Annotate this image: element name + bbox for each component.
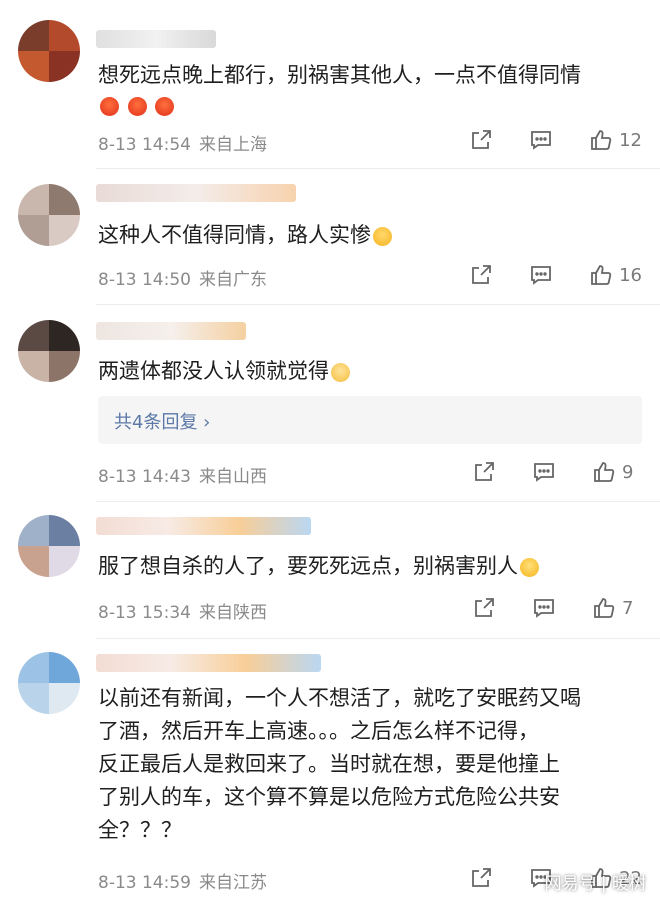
- thumbs-up-icon[interactable]: [592, 596, 616, 620]
- thumbs-up-icon[interactable]: [589, 263, 613, 287]
- comment-icon[interactable]: [529, 263, 553, 287]
- angry-red-emoji: [127, 96, 147, 116]
- divider: [96, 638, 660, 639]
- comment-date: 8-13 14:59: [98, 873, 191, 893]
- comment-meta: 8-13 14:54 来自上海: [98, 130, 267, 155]
- divider: [96, 168, 660, 169]
- avatar[interactable]: [18, 515, 80, 577]
- comment-meta: 8-13 15:34 来自陕西: [98, 598, 267, 623]
- username-blurred[interactable]: [96, 654, 321, 672]
- avatar[interactable]: [18, 184, 80, 246]
- comment-text: 服了想自杀的人了，要死死远点，别祸害别人: [98, 549, 539, 583]
- username-blurred[interactable]: [96, 30, 216, 48]
- comment-item: 以前还有新闻，一个人不想活了，就吃了安眠药又喝 了酒，然后开车上高速。。。之后怎…: [0, 640, 660, 908]
- comment-date: 8-13 15:34: [98, 603, 191, 623]
- thumbs-up-icon[interactable]: [589, 128, 613, 152]
- replies-label: 共4条回复 ›: [114, 412, 211, 433]
- comment-text-line: 全？？？: [98, 818, 182, 842]
- comment-item: 服了想自杀的人了，要死死远点，别祸害别人 8-13 15:34 来自陕西 7: [0, 503, 660, 639]
- comment-text: 两遗体都没人认领就觉得: [98, 354, 350, 388]
- comment-item: 两遗体都没人认领就觉得 共4条回复 › 8-13 14:43 来自山西 9: [0, 306, 660, 502]
- comment-text-line: 了别人的车，这个算不算是以危险方式危险公共安: [98, 785, 560, 809]
- like-count: 12: [619, 129, 642, 151]
- crying-emoji: [373, 226, 392, 246]
- repost-icon[interactable]: [469, 866, 493, 890]
- comment-text: 以前还有新闻，一个人不想活了，就吃了安眠药又喝 了酒，然后开车上高速。。。之后怎…: [98, 682, 646, 847]
- watermark: 网易号 | 暖树: [544, 874, 646, 894]
- comment-icon[interactable]: [532, 460, 556, 484]
- divider: [96, 304, 660, 305]
- like-count: 9: [622, 461, 634, 483]
- comment-actions: 12: [469, 126, 642, 154]
- comment-emoji-row: [98, 88, 175, 122]
- username-blurred[interactable]: [96, 517, 311, 535]
- comment-text-line: 以前还有新闻，一个人不想活了，就吃了安眠药又喝: [98, 686, 581, 710]
- comment-actions: 9: [472, 458, 642, 486]
- thumbs-up-icon[interactable]: [592, 460, 616, 484]
- comment-source: 来自陕西: [198, 603, 267, 623]
- comment-source: 来自上海: [198, 135, 267, 155]
- repost-icon[interactable]: [472, 596, 496, 620]
- comment-source: 来自山西: [198, 467, 267, 487]
- replies-expander[interactable]: 共4条回复 ›: [98, 396, 642, 444]
- avatar[interactable]: [18, 652, 80, 714]
- comment-actions: 16: [469, 261, 642, 289]
- thinking-emoji: [331, 362, 350, 382]
- sweat-emoji: [520, 557, 539, 577]
- comment-date: 8-13 14:54: [98, 135, 191, 155]
- repost-icon[interactable]: [469, 128, 493, 152]
- like-count: 7: [622, 597, 634, 619]
- avatar[interactable]: [18, 320, 80, 382]
- repost-icon[interactable]: [469, 263, 493, 287]
- comment-meta: 8-13 14:59 来自江苏: [98, 868, 267, 893]
- angry-red-emoji: [155, 96, 175, 116]
- username-blurred[interactable]: [96, 322, 246, 340]
- comment-date: 8-13 14:43: [98, 467, 191, 487]
- comment-meta: 8-13 14:50 来自广东: [98, 265, 267, 290]
- avatar[interactable]: [18, 20, 80, 82]
- comment-text: 这种人不值得同情，路人实惨: [98, 218, 392, 252]
- repost-icon[interactable]: [472, 460, 496, 484]
- comment-item: 想死远点晚上都行，别祸害其他人，一点不值得同情 8-13 14:54 来自上海 1…: [0, 0, 660, 170]
- comment-text-line: 反正最后人是救回来了。当时就在想，要是他撞上: [98, 752, 560, 776]
- comment-meta: 8-13 14:43 来自山西: [98, 462, 267, 487]
- comment-text-line: 了酒，然后开车上高速。。。之后怎么样不记得，: [98, 719, 539, 743]
- comment-source: 来自广东: [198, 270, 267, 290]
- comment-icon[interactable]: [529, 128, 553, 152]
- comment-item: 这种人不值得同情，路人实惨 8-13 14:50 来自广东 16: [0, 170, 660, 305]
- comment-date: 8-13 14:50: [98, 270, 191, 290]
- comment-text: 想死远点晚上都行，别祸害其他人，一点不值得同情: [98, 63, 581, 87]
- angry-red-emoji: [100, 96, 119, 116]
- comment-icon[interactable]: [532, 596, 556, 620]
- comment-source: 来自江苏: [198, 873, 267, 893]
- like-count: 16: [619, 264, 642, 286]
- divider: [96, 501, 660, 502]
- username-blurred[interactable]: [96, 184, 296, 202]
- comment-actions: 7: [472, 594, 642, 622]
